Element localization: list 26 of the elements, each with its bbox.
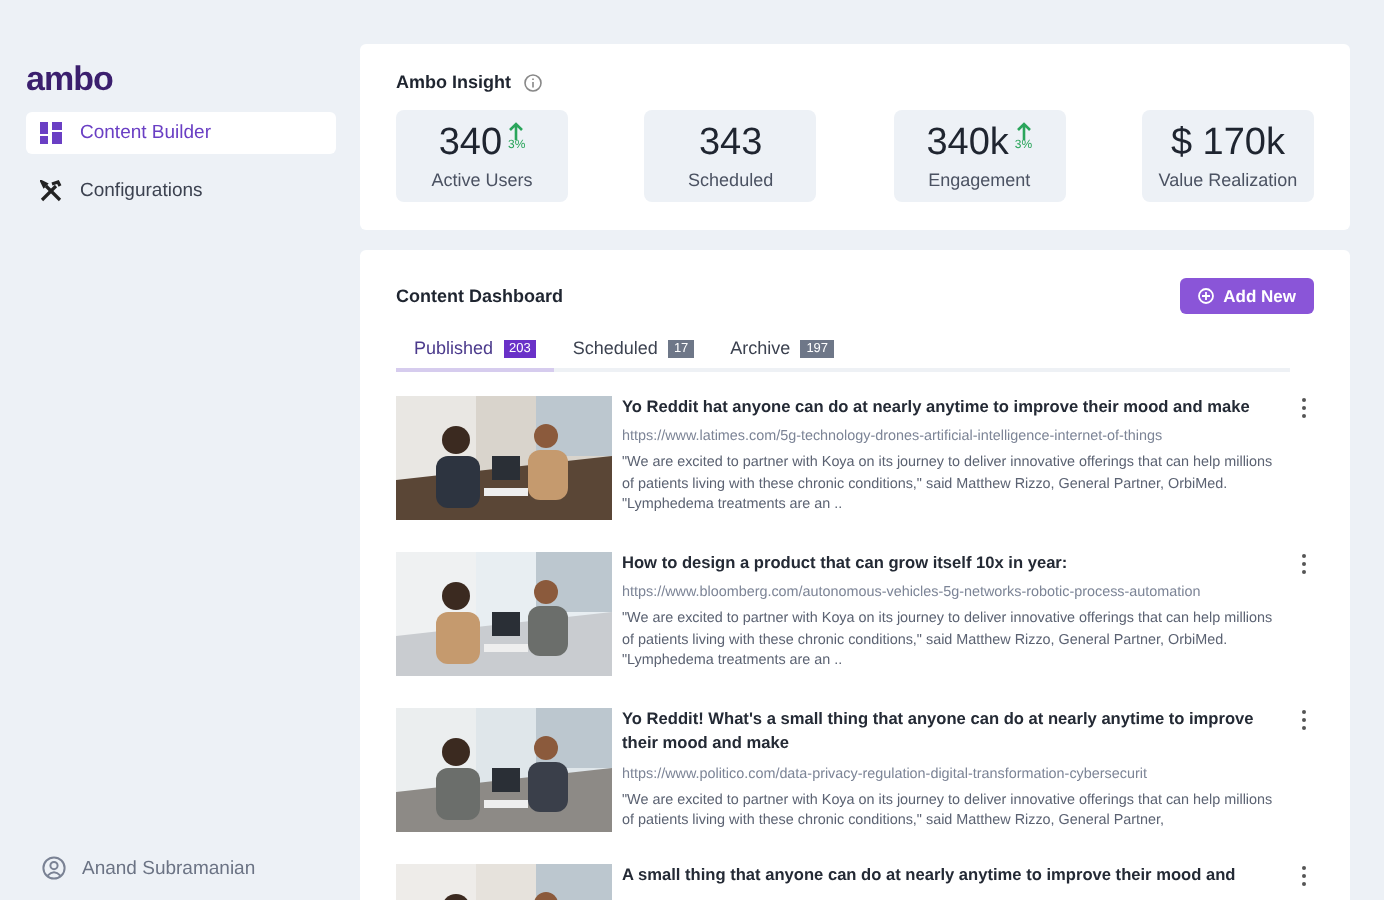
section-title: Content Dashboard bbox=[396, 286, 564, 306]
stat-value: $ 170k bbox=[1170, 122, 1285, 166]
stat-label: Active Users bbox=[431, 170, 533, 190]
stat-label: Engagement bbox=[928, 170, 1031, 190]
article-title[interactable]: Yo Reddit! What's a small thing that anyone can do at nearly anytime to improve their mood and make bbox=[622, 706, 1284, 756]
add-new-button[interactable]: Add New bbox=[1179, 278, 1314, 314]
user-name: Anand Subramanian bbox=[82, 857, 256, 879]
article-title[interactable]: How to design a product that can grow itself 10x in year: bbox=[622, 550, 1284, 575]
stat-value: 343 bbox=[698, 122, 763, 166]
stat-value: 340 bbox=[438, 122, 503, 166]
stat-value: 340k bbox=[926, 122, 1009, 166]
stat-label: Value Realization bbox=[1158, 170, 1298, 190]
plus-icon bbox=[1197, 288, 1214, 304]
sidebar-item[interactable]: Configurations bbox=[26, 170, 336, 212]
article-title[interactable]: Yo Reddit hat anyone can do at nearly anytime to improve their mood and make bbox=[622, 394, 1284, 419]
tools-icon bbox=[40, 180, 62, 202]
arrow-up-icon bbox=[508, 122, 525, 140]
info-icon[interactable] bbox=[523, 73, 541, 91]
section-title: Ambo Insight bbox=[396, 72, 511, 92]
arrow-up-icon bbox=[1015, 122, 1032, 140]
stat-label: Scheduled bbox=[688, 170, 774, 190]
dashboard-icon bbox=[40, 122, 62, 144]
user-icon bbox=[42, 856, 66, 880]
article-title[interactable]: A small thing that anyone can do at nearly anytime to improve their mood and bbox=[622, 862, 1284, 887]
sidebar-item[interactable]: Content Builder bbox=[26, 112, 336, 154]
logo: ambo bbox=[26, 60, 113, 100]
